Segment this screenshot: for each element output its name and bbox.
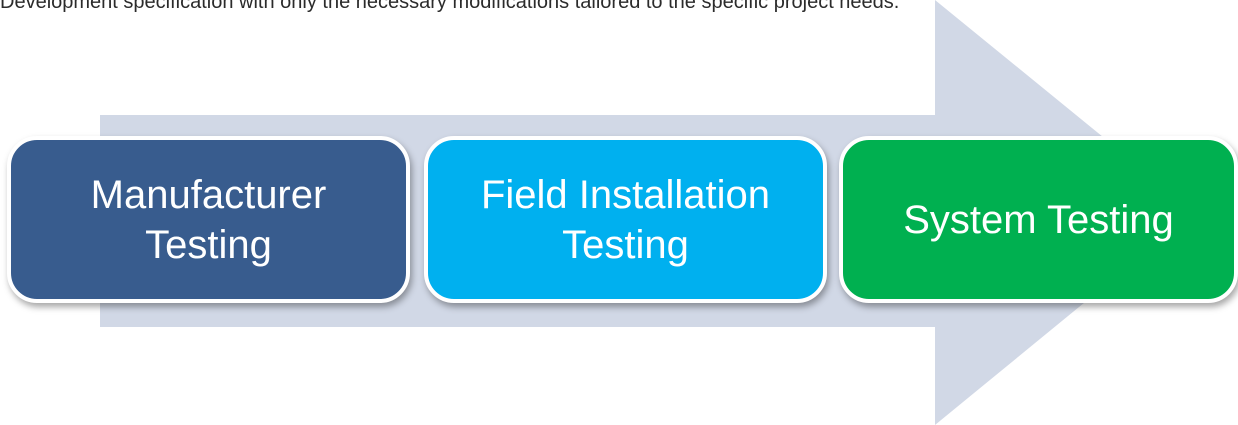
step-label: Field Installation Testing [480, 172, 771, 267]
step-label: System Testing [903, 197, 1174, 242]
step-system-testing: System Testing [839, 136, 1238, 303]
step-field-installation-testing: Field Installation Testing [424, 136, 827, 303]
step-label: Manufacturer Testing [90, 172, 327, 267]
step-manufacturer-testing: Manufacturer Testing [7, 136, 410, 303]
